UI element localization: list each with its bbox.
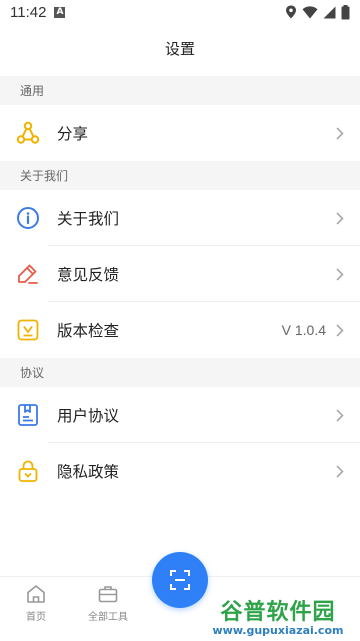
share-item[interactable]: 分享 [0,105,360,161]
home-icon [27,585,45,603]
tab-all-tools[interactable]: 全部工具 [78,583,138,623]
page-header: 设置 [0,24,360,72]
about-us-item[interactable]: 关于我们 [0,190,360,246]
watermark-url: www.gupuxiazai.com [212,623,344,637]
chevron-right-icon [336,126,346,140]
section-header-general: 通用 [0,76,360,105]
lock-icon [16,459,40,483]
about-us-label: 关于我们 [57,210,120,228]
chevron-right-icon [336,211,346,225]
share-icon [16,121,40,145]
signal-icon [323,6,336,18]
feedback-item[interactable]: 意见反馈 [0,246,360,302]
settings-list: 通用 分享 关于我们 关于我们 意见反馈 版本检查 V 1.0.4 协议 用户协… [0,76,360,499]
tab-home-label: 首页 [26,612,46,623]
version-check-label: 版本检查 [57,322,120,340]
status-left: 11:42 A [10,3,66,21]
version-check-item[interactable]: 版本检查 V 1.0.4 [0,302,360,358]
tab-home[interactable]: 首页 [6,583,66,623]
page-title: 设置 [164,39,195,58]
version-icon [16,318,40,342]
section-title-agreement: 协议 [20,366,45,380]
user-agreement-item[interactable]: 用户协议 [0,387,360,443]
privacy-policy-label: 隐私政策 [57,463,120,481]
wifi-icon [302,5,318,18]
location-icon [286,5,296,19]
chevron-right-icon [336,464,346,478]
section-title-general: 通用 [20,84,45,98]
section-title-about: 关于我们 [20,169,69,183]
chevron-right-icon [336,323,346,337]
pencil-icon [16,262,40,286]
tab-all-tools-label: 全部工具 [88,612,128,623]
toolbox-icon [98,586,118,603]
feedback-label: 意见反馈 [57,266,120,284]
privacy-policy-item[interactable]: 隐私政策 [0,443,360,499]
chevron-right-icon [336,267,346,281]
scan-icon [170,570,190,590]
watermark: 谷普软件园 www.gupuxiazai.com [196,590,360,640]
watermark-title: 谷普软件园 [220,599,336,625]
battery-icon [341,4,350,19]
status-time: 11:42 [10,3,47,21]
status-right [285,4,350,20]
user-agreement-label: 用户协议 [57,407,120,425]
info-icon [16,206,40,230]
app-notification-icon: A [54,6,66,18]
share-label: 分享 [57,125,89,143]
section-header-about: 关于我们 [0,161,360,190]
section-header-agreement: 协议 [0,358,360,387]
chevron-right-icon [336,408,346,422]
status-bar: 11:42 A [0,0,360,24]
version-value: V 1.0.4 [281,322,326,338]
document-bookmark-icon [16,403,40,427]
